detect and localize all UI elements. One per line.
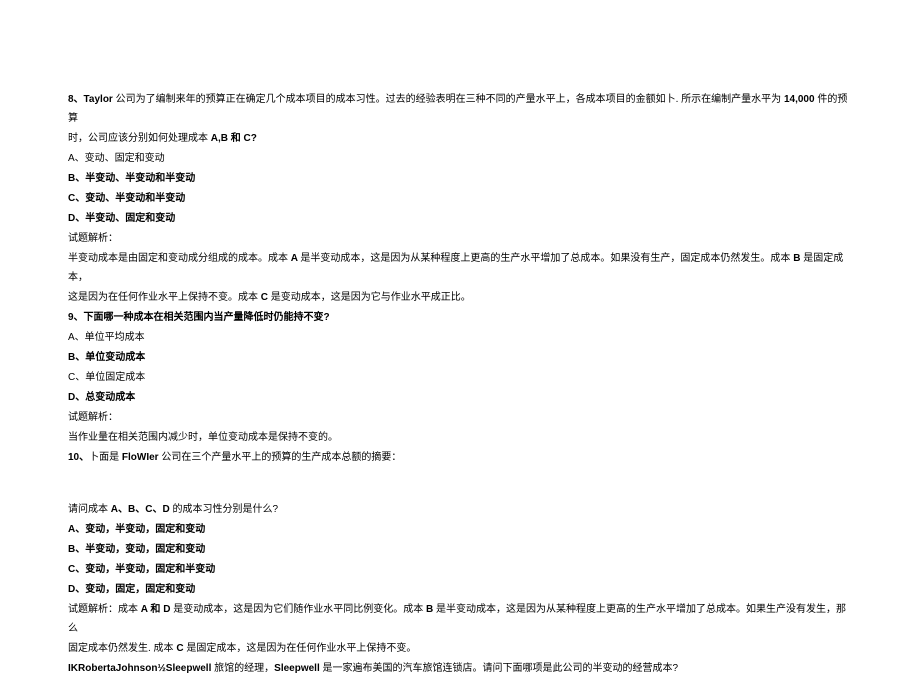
q9-analysis-text: 当作业量在相关范围内减少时，单位变动成本是保持不变的。: [68, 428, 852, 447]
q9-option-d: D、总变动成本: [68, 388, 852, 407]
q8-option-a: A、变动、固定和变动: [68, 149, 852, 168]
q10-question: 请问成本 A、B、C、D 的成本习性分别是什么?: [68, 500, 852, 519]
q8-analysis-line1: 半变动成本是由固定和变动成分组成的成本。成本 A 是半变动成本，这是因为从某种程…: [68, 249, 852, 287]
q8-text1: 公司为了编制来年的预算正在确定几个成本项目的成本习性。过去的经验表明在三种不同的…: [116, 94, 784, 105]
q8-header-line1: 8、Taylor 公司为了编制来年的预算正在确定几个成本项目的成本习性。过去的经…: [68, 90, 852, 128]
q9-option-c: C、单位固定成本: [68, 368, 852, 387]
q8-option-c: C、变动、半变动和半变动: [68, 189, 852, 208]
q10-option-b: B、半变动，变动，固定和变动: [68, 540, 852, 559]
q10-analysis-line1: 试题解析：成本 A 和 D 是变动成本，这是因为它们随作业水平同比例变化。成本 …: [68, 600, 852, 638]
q8-option-d: D、半变动、固定和变动: [68, 209, 852, 228]
q10-header: 10、卜面是 FloWIer 公司在三个产量水平上的预算的生产成本总额的摘要：: [68, 448, 852, 467]
q9-analysis-label: 试题解析：: [68, 408, 852, 427]
q10-option-a: A、变动，半变动，固定和变动: [68, 520, 852, 539]
q11-header: IKRobertaJohnson½Sleepwell 旅馆的经理，Sleepwe…: [68, 659, 852, 678]
q9-header: 9、下面哪一种成本在相关范围内当产量降低时仍能持不变?: [68, 308, 852, 327]
q10-number: 10、: [68, 452, 89, 463]
q8-option-b: B、半变动、半变动和半变动: [68, 169, 852, 188]
q9-option-a: A、单位平均成本: [68, 328, 852, 347]
q8-analysis-label: 试题解析：: [68, 229, 852, 248]
q8-line2-bold: A,B 和 C?: [211, 133, 257, 144]
q8-header-line2: 时，公司应该分别如何处理成本 A,B 和 C?: [68, 129, 852, 148]
q8-num: 14,000: [784, 94, 817, 105]
q8-analysis-line2: 这是因为在任何作业水平上保持不变。成本 C 是变动成本，这是因为它与作业水平成正…: [68, 288, 852, 307]
q9-option-b: B、单位变动成本: [68, 348, 852, 367]
q10-option-c: C、变动，半变动，固定和半变动: [68, 560, 852, 579]
q8-line2-prefix: 时，公司应该分别如何处理成本: [68, 133, 211, 144]
q10-analysis-line2: 固定成本仍然发生. 成本 C 是固定成本，这是因为在任何作业水平上保持不变。: [68, 639, 852, 658]
q10-option-d: D、变动，固定，固定和变动: [68, 580, 852, 599]
q8-number: 8、Taylor: [68, 94, 116, 105]
